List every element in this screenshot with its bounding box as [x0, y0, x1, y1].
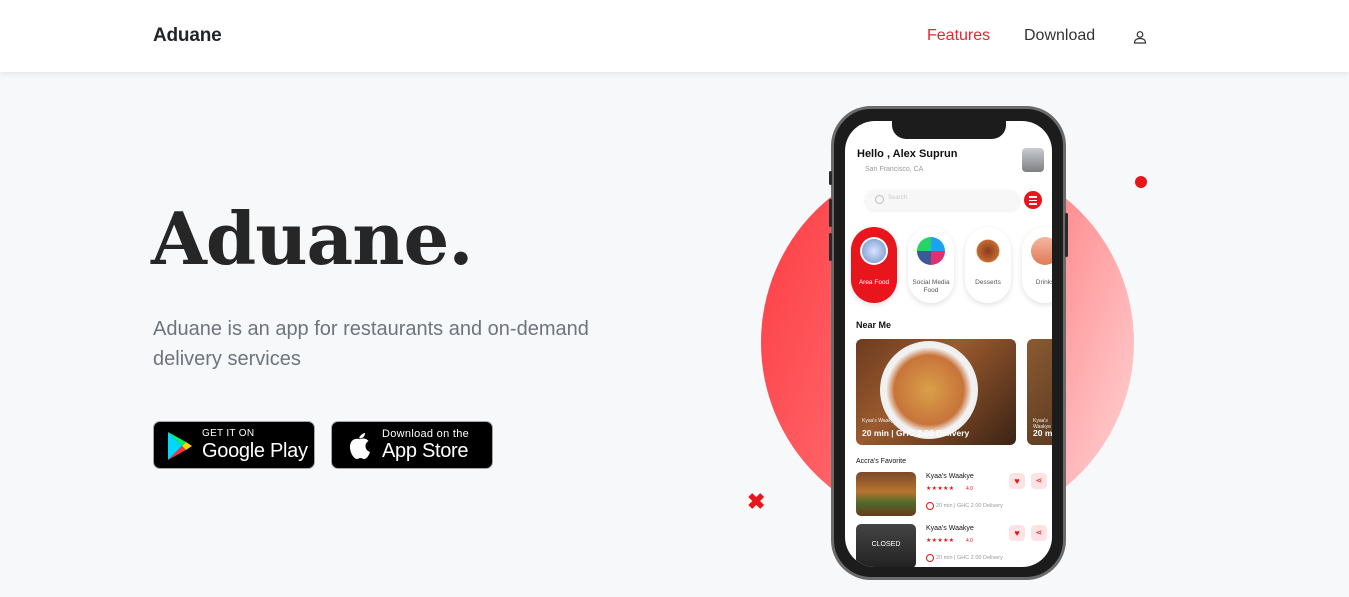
heart-icon: ♥ [1009, 525, 1025, 541]
phone-volume-down-button [829, 233, 832, 261]
phone-notch [892, 121, 1006, 139]
favorite-item-rating: 4.0 [966, 538, 973, 544]
phone-mute-button [829, 171, 832, 185]
app-avatar [1022, 148, 1044, 172]
near-me-card-name: Kyaa's Waakye [862, 418, 897, 424]
category-label: Drinks [1035, 279, 1052, 286]
nav-link-download[interactable]: Download [1024, 27, 1095, 45]
favorite-item-name: Kyaa's Waakye [926, 525, 974, 532]
hero-subtitle: Aduane is an app for restaurants and on-… [153, 318, 589, 370]
category-social-media-food-image [917, 237, 945, 265]
google-play-icon [168, 432, 192, 460]
near-me-card: Kyaa's Waakye 20 mi [1027, 339, 1052, 445]
app-store-button[interactable]: Download on the App Store [331, 421, 493, 469]
user-icon[interactable] [1133, 30, 1147, 44]
filter-icon [1024, 191, 1042, 209]
clock-icon [926, 502, 934, 510]
favorite-item-rating: 4.0 [966, 486, 973, 492]
app-store-small-text: Download on the [382, 428, 470, 440]
category-desserts: Desserts [965, 227, 1011, 303]
near-me-card: Kyaa's Waakye 20 min | GHC 2.00 Delivery [856, 339, 1016, 445]
star-rating-icon: ★★★★★ [926, 486, 955, 492]
navbar: Aduane Features Download [0, 0, 1349, 72]
heart-icon: ♥ [1009, 473, 1025, 489]
category-social-media-food: Social Media Food [908, 227, 954, 303]
phone-power-button [1065, 213, 1068, 257]
category-desserts-image [974, 237, 1002, 265]
favorite-item-image: CLOSED [856, 524, 916, 567]
clock-icon [926, 554, 934, 562]
app-store-big-text: App Store [382, 440, 469, 462]
favorite-item-meta: 20 min | GHC 2.00 Delivery [936, 555, 1003, 561]
noodle-bowl-image [880, 341, 978, 439]
phone-screen: Hello , Alex Suprun San Francisco, CA Se… [845, 121, 1052, 567]
google-play-small-text: GET IT ON [202, 428, 255, 439]
closed-label: CLOSED [871, 541, 901, 548]
apple-icon [350, 433, 370, 459]
nav-link-features[interactable]: Features [927, 27, 990, 45]
app-greeting: Hello , Alex Suprun [857, 148, 958, 160]
category-area-food-image [860, 237, 888, 265]
favorite-item: Kyaa's Waakye ★★★★★ 4.0 20 min | GHC 2.0… [856, 472, 1047, 518]
favorite-item-meta: 20 min | GHC 2.00 Delivery [936, 503, 1003, 509]
star-rating-icon: ★★★★★ [926, 538, 955, 544]
category-drinks-image [1031, 237, 1052, 265]
google-play-button[interactable]: GET IT ON Google Play [153, 421, 315, 469]
near-me-card-meta: 20 mi [1033, 428, 1052, 438]
google-play-big-text: Google Play [202, 440, 308, 462]
category-label: Area Food [858, 279, 890, 286]
category-label: Social Media Food [912, 279, 950, 294]
favorite-item: CLOSED Kyaa's Waakye ★★★★★ 4.0 20 min | … [856, 524, 1047, 567]
near-me-title: Near Me [856, 320, 892, 330]
decorative-dot [1135, 176, 1147, 188]
category-label: Desserts [975, 279, 1001, 286]
phone-mockup: Hello , Alex Suprun San Francisco, CA Se… [829, 106, 1068, 580]
favorites-title: Accra's Favorite [856, 458, 906, 465]
hero-title: Aduane. [151, 196, 473, 281]
decorative-x-icon: ✖ [747, 489, 766, 514]
share-icon: ⋖ [1031, 473, 1047, 489]
app-location: San Francisco, CA [865, 166, 924, 173]
app-search-placeholder: Search [888, 195, 908, 201]
brand-logo[interactable]: Aduane [153, 25, 222, 47]
favorite-item-image [856, 472, 916, 516]
share-icon: ⋖ [1031, 525, 1047, 541]
category-drinks: Drinks [1022, 227, 1052, 303]
near-me-card-meta: 20 min | GHC 2.00 Delivery [862, 428, 970, 438]
search-icon [875, 195, 884, 204]
app-search-input: Search [865, 190, 1020, 210]
category-area-food: Area Food [851, 227, 897, 303]
phone-volume-up-button [829, 199, 832, 227]
favorite-item-name: Kyaa's Waakye [926, 473, 974, 480]
